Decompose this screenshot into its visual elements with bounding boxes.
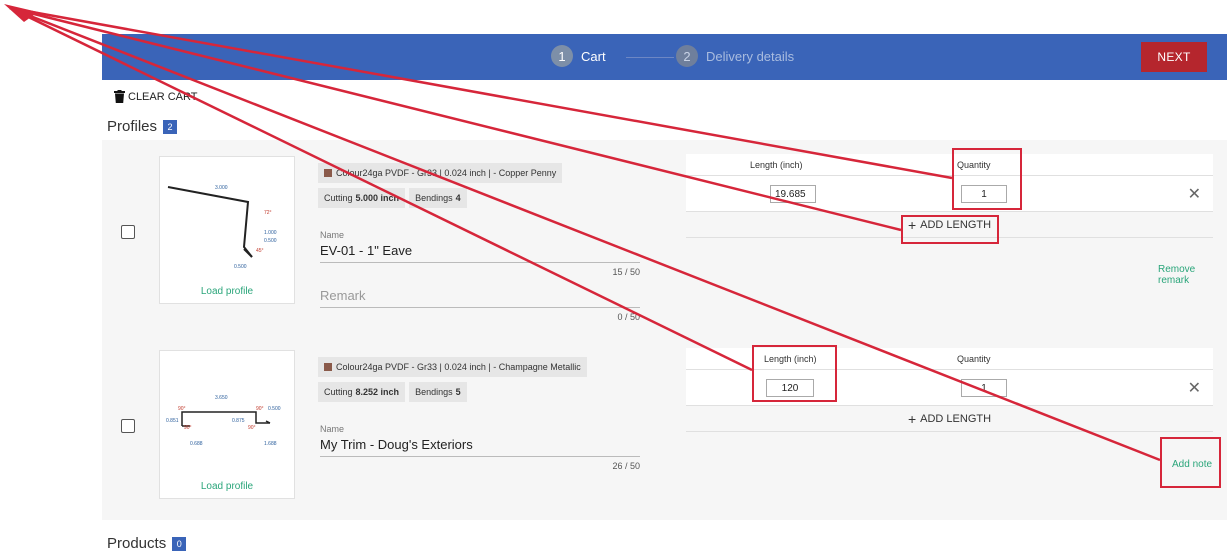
- profile-name-field[interactable]: Name EV-01 - 1" Eave 15 / 50: [320, 230, 640, 277]
- profiles-title: Profiles 2: [107, 118, 178, 135]
- step-number: 2: [676, 45, 698, 67]
- plus-icon: +: [907, 410, 917, 427]
- drawing-label: 1.000: [264, 230, 277, 236]
- drawing-label: 90°: [256, 406, 264, 412]
- name-label: Name: [320, 424, 345, 434]
- annotation-box-add-length: [901, 215, 999, 244]
- arrow-head-icon: [4, 4, 38, 22]
- drawing-label: 0.851: [166, 418, 179, 424]
- clear-cart-button[interactable]: CLEAR CART: [114, 90, 197, 103]
- drawing-label: 0.500: [234, 264, 247, 270]
- drawing-label: 0.500: [268, 406, 281, 412]
- spec-chip-row: Cutting 5.000 inch Bendings 4: [318, 188, 467, 208]
- name-input[interactable]: EV-01 - 1" Eave: [320, 243, 640, 263]
- step-number: 1: [551, 45, 573, 67]
- drawing-label: 0.875: [232, 418, 245, 424]
- products-title: Products 0: [107, 535, 187, 552]
- step-cart[interactable]: 1 Cart: [551, 45, 606, 67]
- cutting-value: 8.252 inch: [355, 387, 400, 397]
- next-button[interactable]: NEXT: [1141, 42, 1207, 72]
- bendings-chip: Bendings 5: [409, 382, 467, 402]
- quantity-input[interactable]: 1: [961, 379, 1007, 397]
- length-header: Length (inch): [750, 160, 803, 170]
- quantity-header: Quantity: [957, 354, 991, 364]
- load-profile-link[interactable]: Load profile: [160, 286, 294, 297]
- annotation-box-quantity: [952, 148, 1022, 210]
- drawing-label: 3.650: [215, 395, 228, 401]
- drawing-label: 72°: [264, 210, 272, 216]
- bendings-value: 5: [455, 387, 461, 397]
- drawing-label: 1.688: [264, 441, 277, 447]
- drawing-label: 90°: [178, 406, 186, 412]
- bendings-label: Bendings: [415, 387, 453, 397]
- remove-remark-link[interactable]: Remove remark: [1158, 264, 1227, 286]
- material-chip: Colour24ga PVDF - Gr33 | 0.024 inch | - …: [318, 357, 587, 377]
- step-label: Delivery details: [706, 48, 795, 64]
- profile-drawing: 3.650 90° 90° 0.500 0.851 0.875 90° 90° …: [166, 395, 281, 447]
- products-title-text: Products: [107, 535, 167, 552]
- profiles-title-text: Profiles: [107, 118, 158, 135]
- drawing-label: 0.500: [264, 238, 277, 244]
- material-text: Colour24ga PVDF - Gr33 | 0.024 inch | - …: [336, 168, 557, 178]
- char-counter: 26 / 50: [612, 461, 640, 471]
- drawing-label: 90°: [184, 425, 192, 431]
- profile-drawing-card: 3.650 90° 90° 0.500 0.851 0.875 90° 90° …: [159, 350, 295, 499]
- cutting-value: 5.000 inch: [355, 193, 400, 203]
- annotation-box-length: [752, 345, 837, 402]
- profile-drawing-card: 3.000 72° 1.000 0.500 45° 0.500 Load pro…: [159, 156, 295, 304]
- step-label: Cart: [581, 48, 606, 64]
- profile-select-checkbox[interactable]: [121, 225, 135, 239]
- products-count-badge: 0: [172, 536, 187, 551]
- length-input[interactable]: 19.685: [770, 185, 816, 203]
- profile-select-checkbox[interactable]: [121, 419, 135, 433]
- load-profile-link[interactable]: Load profile: [160, 481, 294, 492]
- clear-cart-label: CLEAR CART: [128, 90, 198, 103]
- color-swatch: [324, 363, 332, 371]
- trash-icon: [114, 90, 125, 103]
- cutting-label: Cutting: [324, 387, 353, 397]
- char-counter: 15 / 50: [612, 267, 640, 277]
- name-input[interactable]: My Trim - Doug's Exteriors: [320, 437, 640, 457]
- profiles-count-badge: 2: [163, 119, 178, 134]
- remove-length-icon[interactable]: ✕: [1188, 184, 1201, 204]
- add-length-label: ADD LENGTH: [920, 412, 992, 425]
- length-row: 19.685 1 ✕: [686, 176, 1213, 212]
- drawing-label: 45°: [256, 248, 264, 254]
- name-label: Name: [320, 230, 345, 240]
- annotation-box-add-note: [1160, 437, 1221, 488]
- drawing-label: 3.000: [215, 185, 228, 191]
- drawing-label: 90°: [248, 425, 256, 431]
- bendings-chip: Bendings 4: [409, 188, 467, 208]
- spec-chip-row: Cutting 8.252 inch Bendings 5: [318, 382, 467, 402]
- char-counter: 0 / 50: [617, 312, 640, 322]
- material-chip-row: Colour24ga PVDF - Gr33 | 0.024 inch | - …: [318, 163, 563, 183]
- material-chip: Colour24ga PVDF - Gr33 | 0.024 inch | - …: [318, 163, 563, 183]
- material-text: Colour24ga PVDF - Gr33 | 0.024 inch | - …: [336, 362, 581, 372]
- cutting-chip: Cutting 5.000 inch: [318, 188, 406, 208]
- bendings-label: Bendings: [415, 193, 453, 203]
- material-chip-row: Colour24ga PVDF - Gr33 | 0.024 inch | - …: [318, 357, 587, 377]
- color-swatch: [324, 169, 332, 177]
- cutting-label: Cutting: [324, 193, 353, 203]
- step-connector: [626, 57, 674, 58]
- profile-name-field[interactable]: Name My Trim - Doug's Exteriors 26 / 50: [320, 424, 640, 471]
- length-table-header: Length (inch) Quantity: [686, 154, 1213, 176]
- step-delivery-details[interactable]: 2 Delivery details: [676, 45, 794, 67]
- remove-length-icon[interactable]: ✕: [1188, 378, 1201, 398]
- drawing-label: 0.688: [190, 441, 203, 447]
- profile-drawing: 3.000 72° 1.000 0.500 45° 0.500: [167, 185, 277, 270]
- remark-input[interactable]: Remark: [320, 288, 640, 308]
- bendings-value: 4: [455, 193, 461, 203]
- remark-field[interactable]: Remark 0 / 50: [320, 280, 640, 322]
- add-length-button[interactable]: + ADD LENGTH: [686, 406, 1213, 432]
- top-bar: 1 Cart 2 Delivery details NEXT: [102, 34, 1227, 80]
- cutting-chip: Cutting 8.252 inch: [318, 382, 406, 402]
